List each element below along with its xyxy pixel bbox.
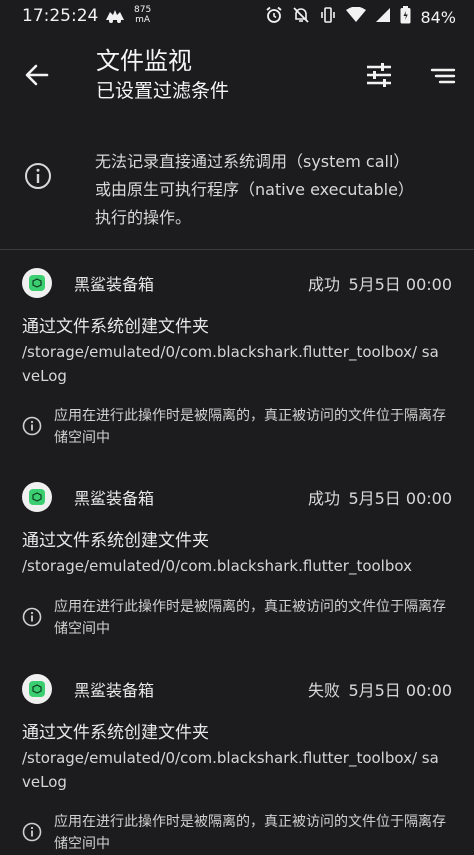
tune-icon	[367, 63, 391, 87]
record-status: 失败	[308, 681, 341, 700]
notice-text: 无法记录直接通过系统调用（system call）或由原生可执行程序（nativ…	[95, 152, 414, 227]
current-value: 875	[134, 5, 152, 15]
file-record[interactable]: 黑鲨装备箱 成功 5月5日 00:00 通过文件系统创建文件夹 /storage…	[0, 482, 474, 652]
status-time: 17:25:24	[22, 6, 99, 26]
info-icon	[24, 162, 52, 194]
current-unit: mA	[135, 15, 151, 25]
mute-icon	[292, 6, 310, 28]
page-subtitle: 已设置过滤条件	[96, 80, 230, 102]
record-status: 成功	[308, 489, 341, 508]
status-bar: 17:25:24 875 mA 84%	[0, 0, 474, 32]
sort-button[interactable]	[428, 62, 456, 90]
file-record[interactable]: 黑鲨装备箱 失败 5月5日 00:00 通过文件系统创建文件夹 /storage…	[0, 674, 474, 852]
record-operation: 通过文件系统创建文件夹	[22, 531, 209, 551]
record-path: /storage/emulated/0/com.blackshark.flutt…	[22, 749, 439, 791]
filter-button[interactable]	[364, 60, 394, 90]
record-time: 5月5日 00:00	[348, 681, 452, 700]
page-title: 文件监视	[96, 47, 192, 75]
shark-app-icon	[22, 674, 52, 704]
record-time: 5月5日 00:00	[348, 275, 452, 294]
app-name: 黑鲨装备箱	[74, 681, 155, 700]
info-icon	[22, 822, 42, 846]
shark-app-icon	[22, 482, 52, 512]
file-record[interactable]: 黑鲨装备箱 成功 5月5日 00:00 通过文件系统创建文件夹 /storage…	[0, 268, 474, 456]
record-time: 5月5日 00:00	[348, 489, 452, 508]
info-icon	[22, 607, 42, 631]
app-name: 黑鲨装备箱	[74, 275, 155, 294]
shark-app-icon	[22, 268, 52, 298]
signal-icon	[375, 7, 391, 27]
back-button[interactable]	[22, 60, 52, 90]
divider	[0, 249, 474, 250]
vibrate-icon	[319, 6, 337, 28]
record-status: 成功	[308, 275, 341, 294]
wifi-icon	[346, 6, 367, 27]
battery-icon	[400, 6, 411, 28]
record-operation: 通过文件系统创建文件夹	[22, 723, 209, 743]
isolation-note: 应用在进行此操作时是被隔离的，真正被访问的文件位于隔离存储空间中	[54, 599, 446, 637]
record-path: /storage/emulated/0/com.blackshark.flutt…	[22, 557, 412, 575]
app-name: 黑鲨装备箱	[74, 489, 155, 508]
limitation-notice: 无法记录直接通过系统调用（system call）或由原生可执行程序（nativ…	[0, 138, 474, 248]
notification-app-icon	[104, 8, 126, 28]
record-path: /storage/emulated/0/com.blackshark.flutt…	[22, 343, 439, 385]
record-operation: 通过文件系统创建文件夹	[22, 317, 209, 337]
app-bar: 文件监视 已设置过滤条件	[0, 34, 474, 114]
alarm-icon	[265, 6, 283, 28]
info-icon	[22, 416, 42, 440]
isolation-note: 应用在进行此操作时是被隔离的，真正被访问的文件位于隔离存储空间中	[54, 408, 446, 446]
sort-icon	[430, 68, 456, 84]
isolation-note: 应用在进行此操作时是被隔离的，真正被访问的文件位于隔离存储空间中	[54, 814, 446, 852]
current-indicator: 875 mA	[134, 5, 151, 25]
arrow-back-icon	[25, 64, 49, 86]
battery-percent: 84%	[420, 7, 456, 27]
